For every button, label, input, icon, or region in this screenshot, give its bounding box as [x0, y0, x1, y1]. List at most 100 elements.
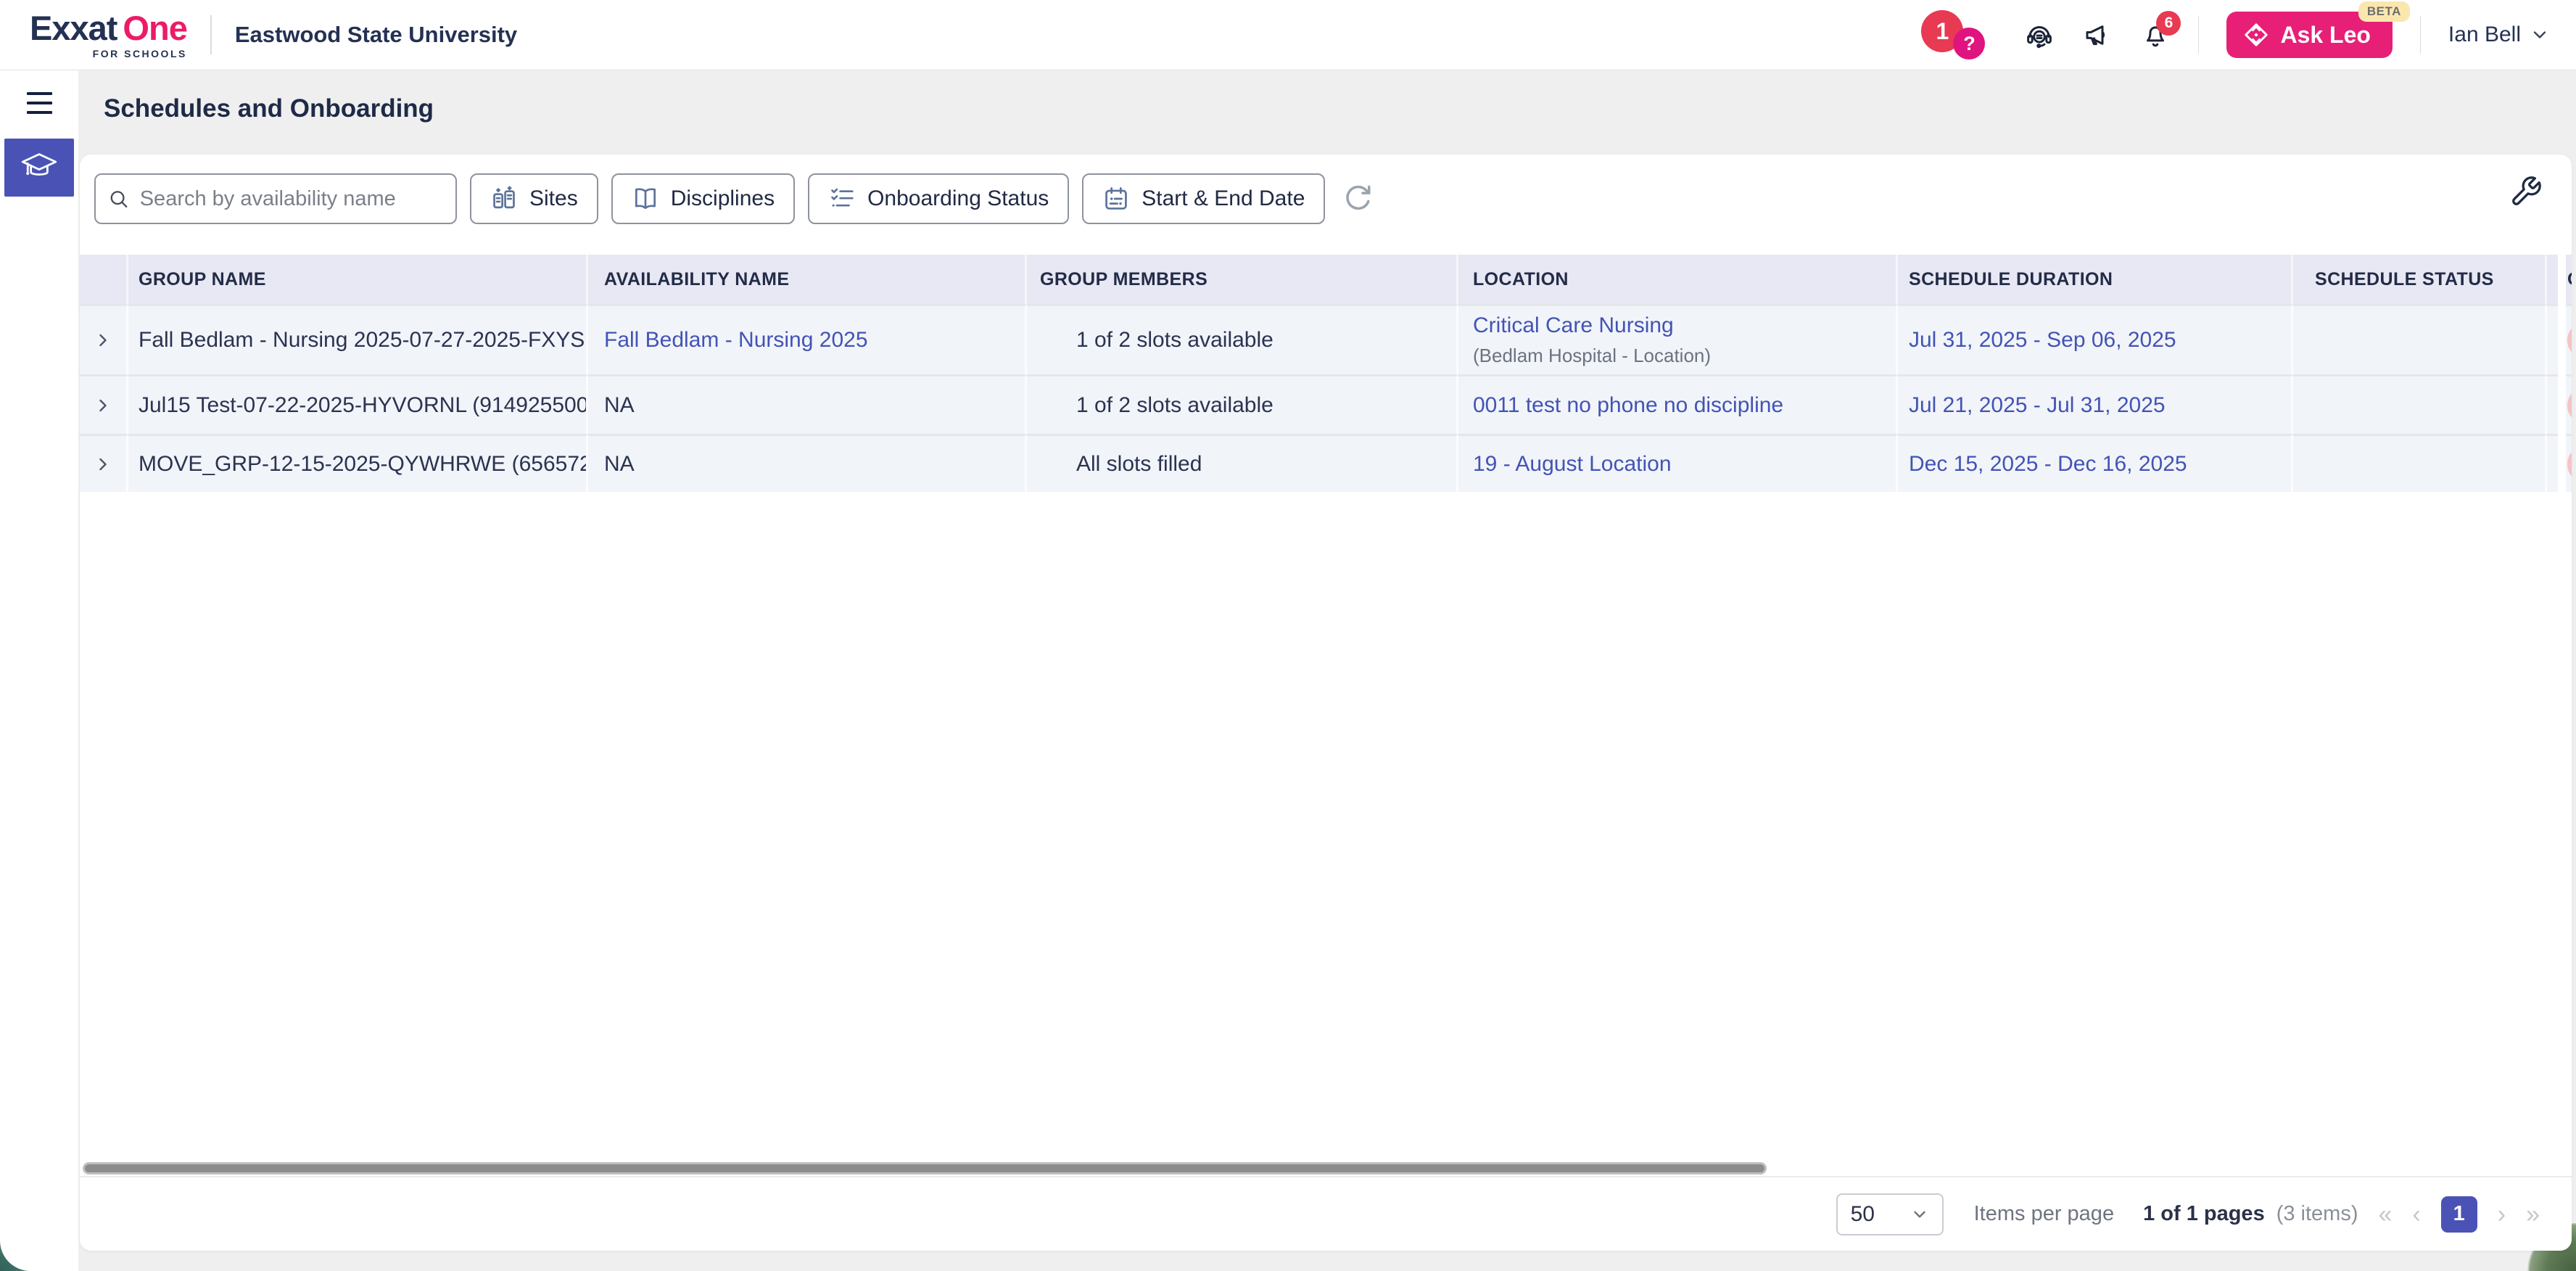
previous-page-button[interactable]: ‹ — [2412, 1202, 2420, 1227]
location-link[interactable]: 19 - August Location — [1473, 452, 1896, 477]
table-row: Jul15 Test-07-22-2025-HYVORNL (914925500… — [80, 374, 2572, 434]
sites-icon — [490, 185, 518, 213]
sites-label: Sites — [529, 186, 578, 211]
page-size-select[interactable]: 50 — [1836, 1193, 1944, 1235]
group-name-cell: Jul15 Test-07-22-2025-HYVORNL (914925500 — [139, 393, 586, 418]
chevron-right-icon — [93, 395, 113, 416]
user-menu[interactable]: Ian Bell — [2448, 22, 2550, 47]
search-box — [94, 173, 457, 224]
table-header-row: GROUP NAME AVAILABILITY NAME GROUP MEMBE… — [80, 255, 2572, 304]
beta-badge: BETA — [2358, 1, 2410, 22]
schedule-duration-link[interactable]: Dec 15, 2025 - Dec 16, 2025 — [1909, 452, 2291, 477]
brand-for-schools: FOR SCHOOLS — [93, 49, 187, 59]
notification-count-badge: 6 — [2156, 11, 2181, 36]
disciplines-filter-button[interactable]: Disciplines — [611, 173, 795, 224]
page-title: Schedules and Onboarding — [104, 94, 434, 123]
wrench-icon — [2509, 175, 2543, 208]
horizontal-scrollbar-thumb[interactable] — [83, 1162, 1767, 1175]
page-count-label: 1 of 1 pages — [2143, 1202, 2265, 1226]
location-sub-text: (Bedlam Hospital - Location) — [1473, 345, 1896, 367]
brand-one: One — [123, 11, 186, 45]
page-size-value: 50 — [1851, 1202, 1875, 1227]
schedule-duration-link[interactable]: Jul 21, 2025 - Jul 31, 2025 — [1909, 393, 2291, 418]
topbar-divider — [210, 15, 212, 54]
vertical-scrollbar-gutter — [2558, 255, 2566, 1161]
headset-icon — [2024, 20, 2055, 50]
expand-column-header — [80, 255, 128, 304]
calendar-icon — [1102, 185, 1130, 213]
first-page-button[interactable]: « — [2379, 1202, 2393, 1227]
onboarding-status-filter-button[interactable]: Onboarding Status — [808, 173, 1069, 224]
ask-leo-logo-icon — [2242, 21, 2270, 49]
school-name: Eastwood State University — [235, 22, 517, 48]
brand-exxat: Exxat — [30, 11, 117, 45]
table-row: Fall Bedlam - Nursing 2025-07-27-2025-FX… — [80, 304, 2572, 374]
chevron-right-icon — [93, 330, 113, 350]
schedule-status-header: SCHEDULE STATUS — [2293, 255, 2547, 304]
row-expand-button[interactable] — [93, 330, 113, 350]
group-members-cell: 1 of 2 slots available — [1076, 328, 1456, 353]
group-name-cell: MOVE_GRP-12-15-2025-QYWHRWE (65657260 — [139, 452, 586, 477]
chevron-down-icon — [1910, 1205, 1929, 1224]
exxat-one-logo[interactable]: Exxat One FOR SCHOOLS — [30, 11, 187, 59]
group-name-header: GROUP NAME — [128, 255, 588, 304]
items-per-page-label: Items per page — [1974, 1202, 2114, 1226]
ask-leo-label: Ask Leo — [2280, 22, 2370, 49]
current-page-button[interactable]: 1 — [2441, 1196, 2477, 1233]
megaphone-icon — [2082, 20, 2113, 50]
top-bar: Exxat One FOR SCHOOLS Eastwood State Uni… — [0, 0, 2576, 70]
search-icon — [107, 186, 130, 211]
chevron-right-icon — [93, 454, 113, 474]
next-page-button[interactable]: › — [2498, 1202, 2506, 1227]
availability-name-header: AVAILABILITY NAME — [588, 255, 1027, 304]
group-members-cell: 1 of 2 slots available — [1076, 393, 1456, 418]
graduation-cap-icon — [19, 147, 59, 188]
schedules-table: GROUP NAME AVAILABILITY NAME GROUP MEMBE… — [80, 255, 2572, 492]
onboarding-status-badge — [2567, 321, 2572, 359]
start-end-date-label: Start & End Date — [1142, 186, 1305, 211]
onboarding-status-badge — [2567, 445, 2572, 483]
open-book-icon — [632, 185, 659, 213]
support-headset-button[interactable] — [2024, 20, 2055, 50]
topbar-divider — [2198, 16, 2199, 54]
location-link[interactable]: Critical Care Nursing — [1473, 313, 1896, 338]
ask-leo-button[interactable]: Ask Leo BETA — [2226, 12, 2392, 58]
search-input[interactable] — [140, 187, 444, 211]
schedule-duration-link[interactable]: Jul 31, 2025 - Sep 06, 2025 — [1909, 328, 2291, 353]
location-header: LOCATION — [1458, 255, 1898, 304]
disciplines-label: Disciplines — [671, 186, 775, 211]
content-card: Sites Disciplines Onboarding Status — [80, 155, 2572, 1251]
item-count-label: (3 items) — [2276, 1202, 2358, 1226]
last-page-button[interactable]: » — [2526, 1202, 2540, 1227]
filter-toolbar: Sites Disciplines Onboarding Status — [94, 173, 1373, 224]
user-name: Ian Bell — [2448, 22, 2521, 47]
sites-filter-button[interactable]: Sites — [470, 173, 598, 224]
help-cluster[interactable]: 1 ? — [1921, 9, 1997, 61]
group-members-cell: All slots filled — [1076, 452, 1456, 477]
hamburger-menu-button[interactable] — [22, 88, 57, 118]
availability-name-cell: NA — [604, 393, 1025, 418]
table-footer: 50 Items per page 1 of 1 pages (3 items)… — [80, 1176, 2572, 1251]
refresh-icon — [1342, 184, 1373, 214]
schedule-duration-header: SCHEDULE DURATION — [1898, 255, 2293, 304]
refresh-button[interactable] — [1342, 184, 1373, 214]
row-expand-button[interactable] — [93, 454, 113, 474]
notifications-button[interactable]: 6 — [2140, 20, 2171, 50]
availability-name-cell: NA — [604, 452, 1025, 477]
checklist-icon — [828, 185, 856, 213]
table-row: MOVE_GRP-12-15-2025-QYWHRWE (65657260 NA… — [80, 434, 2572, 492]
sidebar-item-academics[interactable] — [4, 139, 74, 197]
row-expand-button[interactable] — [93, 395, 113, 416]
onboarding-status-label: Onboarding Status — [867, 186, 1049, 211]
topbar-divider — [2420, 16, 2421, 54]
left-sidebar — [0, 70, 78, 1271]
group-name-cell: Fall Bedlam - Nursing 2025-07-27-2025-FX… — [139, 328, 586, 353]
table-settings-button[interactable] — [2509, 175, 2543, 208]
chevron-down-icon — [2530, 25, 2550, 45]
availability-name-link[interactable]: Fall Bedlam - Nursing 2025 — [604, 328, 1025, 353]
help-icon[interactable]: ? — [1953, 28, 1985, 59]
location-link[interactable]: 0011 test no phone no discipline — [1473, 393, 1896, 418]
group-members-header: GROUP MEMBERS — [1027, 255, 1458, 304]
announcements-button[interactable] — [2082, 20, 2113, 50]
start-end-date-filter-button[interactable]: Start & End Date — [1082, 173, 1325, 224]
